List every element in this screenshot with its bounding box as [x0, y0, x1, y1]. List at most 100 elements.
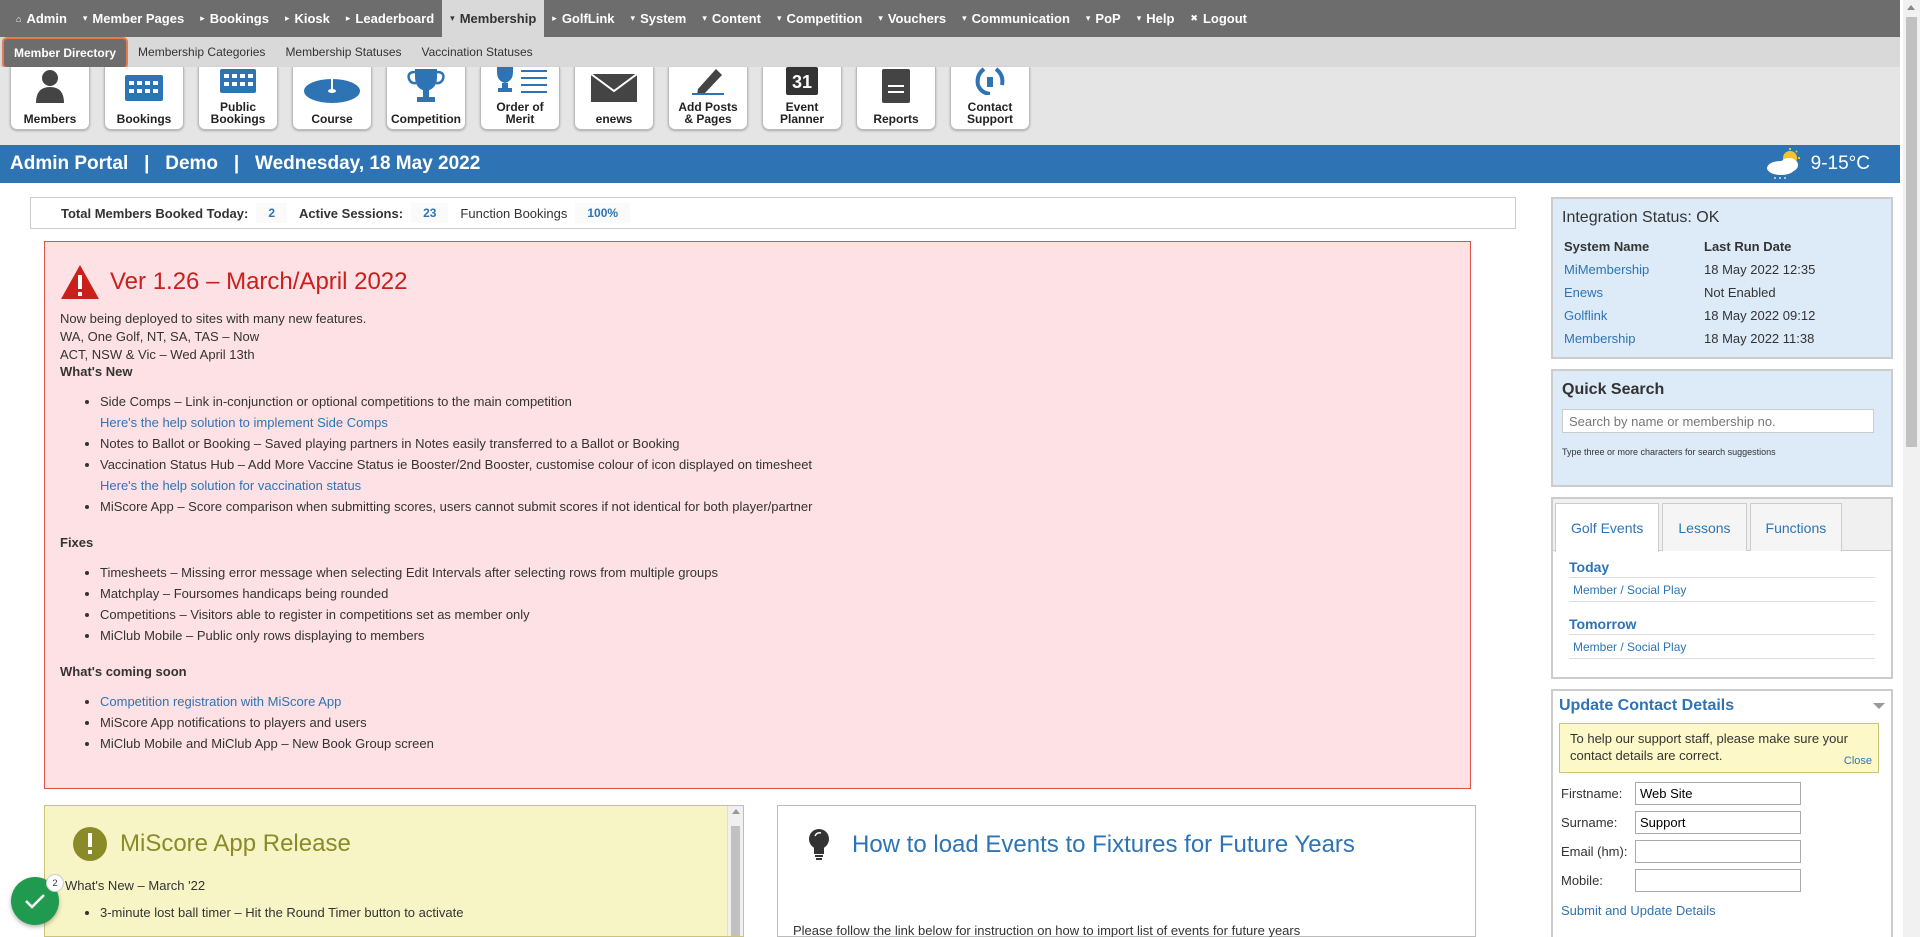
tab-golf-events[interactable]: Golf Events — [1555, 503, 1660, 552]
tile-reports[interactable]: Reports — [856, 67, 936, 130]
tile-bookings[interactable]: Bookings — [104, 67, 184, 130]
miscore-scrollbar[interactable] — [727, 806, 743, 936]
table-row: Enews Not Enabled — [1562, 285, 1882, 308]
subnav-membership-statuses[interactable]: Membership Statuses — [275, 37, 411, 67]
chevron-right-icon: ▸ — [552, 13, 557, 23]
events-tabs-box: Golf Events Lessons Functions Today Memb… — [1551, 497, 1893, 679]
release-announcement-panel: Ver 1.26 – March/April 2022 Now being de… — [44, 241, 1471, 789]
column-header: Last Run Date — [1704, 239, 1792, 254]
submit-contact-link[interactable]: Submit and Update Details — [1559, 903, 1885, 918]
day-heading-today: Today — [1569, 559, 1875, 578]
miscore-release-panel: MiScore App Release What's New – March '… — [44, 805, 744, 937]
scroll-up-icon[interactable] — [1907, 5, 1915, 10]
tile-public-bookings[interactable]: Public Bookings — [198, 67, 278, 130]
events-tab-body: Today Member / Social Play Tomorrow Memb… — [1553, 551, 1891, 681]
list-item: Side Comps – Link in-conjunction or opti… — [100, 391, 1455, 433]
tile-course[interactable]: Course — [292, 67, 372, 130]
announcement-intro-3: ACT, NSW & Vic – Wed April 13th — [60, 347, 255, 362]
tab-lessons[interactable]: Lessons — [1662, 503, 1747, 551]
lightbulb-icon — [809, 829, 829, 860]
tab-functions[interactable]: Functions — [1749, 503, 1843, 551]
calendar-icon: 31 — [763, 67, 841, 95]
weather-temperature: 9-15°C — [1810, 153, 1870, 174]
mobile-label: Mobile: — [1561, 873, 1603, 888]
chevron-right-icon: ▸ — [345, 13, 351, 23]
tile-competition[interactable]: Competition — [386, 67, 466, 130]
tile-contact-support[interactable]: Contact Support — [950, 67, 1030, 130]
email-label: Email (hm): — [1561, 844, 1628, 859]
nav-communication[interactable]: ▾ Communication — [954, 0, 1078, 37]
chevron-down-icon: ▾ — [1136, 13, 1142, 23]
nav-kiosk[interactable]: ▸ Kiosk — [277, 0, 338, 37]
vaccination-help-link[interactable]: Here's the help solution for vaccination… — [100, 475, 1455, 496]
mobile-field[interactable] — [1635, 869, 1801, 892]
nav-golflink[interactable]: ▸ GolfLink — [544, 0, 622, 37]
quick-search-input[interactable] — [1562, 409, 1874, 433]
nav-help[interactable]: ▾ Help — [1129, 0, 1183, 37]
fixes-heading: Fixes — [60, 535, 94, 550]
subnav-membership-categories[interactable]: Membership Categories — [128, 37, 275, 67]
course-icon — [293, 67, 371, 103]
miscore-registration-link[interactable]: Competition registration with MiScore Ap… — [100, 694, 341, 709]
tomorrow-event-link[interactable]: Member / Social Play — [1569, 638, 1875, 659]
surname-label: Surname: — [1561, 815, 1618, 830]
envelope-icon — [575, 67, 653, 103]
email-field[interactable] — [1635, 840, 1801, 863]
integration-system-link[interactable]: Golflink — [1562, 308, 1702, 331]
nav-logout[interactable]: ✖ Logout — [1182, 0, 1255, 37]
nav-leaderboard[interactable]: ▸ Leaderboard — [338, 0, 442, 37]
home-icon: ⌂ — [16, 13, 22, 24]
chevron-right-icon: ▸ — [200, 13, 205, 23]
nav-membership[interactable]: ▾ Membership — [442, 0, 545, 37]
integration-date: 18 May 2022 12:35 — [1704, 262, 1816, 277]
nav-competition[interactable]: ▾ Competition — [769, 0, 870, 37]
howto-text: Please follow the link below for instruc… — [793, 923, 1301, 937]
nav-admin[interactable]: ⌂ Admin — [8, 0, 75, 37]
howto-title: How to load Events to Fixtures for Futur… — [852, 831, 1355, 858]
nav-member-pages[interactable]: ▾ Member Pages — [75, 0, 192, 37]
chevron-down-icon: ▾ — [702, 13, 707, 23]
integration-system-link[interactable]: Enews — [1562, 285, 1702, 308]
nav-vouchers[interactable]: ▾ Vouchers — [870, 0, 954, 37]
today-event-link[interactable]: Member / Social Play — [1569, 581, 1875, 602]
side-comps-help-link[interactable]: Here's the help solution to implement Si… — [100, 412, 1455, 433]
integration-system-link[interactable]: MiMembership — [1562, 262, 1702, 285]
tasks-check-button[interactable]: 2 — [11, 874, 64, 925]
cloudy-sun-icon — [1766, 148, 1800, 179]
public-bookings-icon — [199, 67, 277, 95]
collapse-toggle-icon[interactable] — [1873, 703, 1885, 709]
order-of-merit-icon — [481, 67, 559, 95]
integration-system-link[interactable]: Membership — [1562, 331, 1702, 354]
nav-bookings[interactable]: ▸ Bookings — [192, 0, 277, 37]
tile-members[interactable]: Members — [10, 67, 90, 130]
notice-close-link[interactable]: Close — [1844, 753, 1872, 770]
page-scrollbar[interactable] — [1903, 0, 1920, 937]
list-item: 3-minute lost ball timer – Hit the Round… — [100, 902, 463, 923]
svg-text:31: 31 — [792, 72, 812, 92]
nav-content[interactable]: ▾ Content — [694, 0, 769, 37]
miscore-subtitle: What's New – March '22 — [65, 878, 206, 893]
chevron-right-icon: ▸ — [284, 13, 290, 23]
scroll-thumb[interactable] — [1906, 17, 1917, 447]
close-icon: ✖ — [1190, 13, 1198, 23]
subnav-member-directory[interactable]: Member Directory — [2, 37, 129, 69]
tile-order-of-merit[interactable]: Order of Merit — [480, 67, 560, 130]
scroll-thumb[interactable] — [731, 826, 740, 936]
list-item: Notes to Ballot or Booking – Saved playi… — [100, 433, 1455, 454]
surname-field[interactable] — [1635, 811, 1801, 834]
scroll-up-icon[interactable] — [732, 809, 740, 814]
list-item: MiScore App – Score comparison when subm… — [100, 496, 1455, 517]
pen-icon — [669, 67, 747, 95]
function-bookings-value: 100% — [575, 203, 631, 223]
tile-add-posts-pages[interactable]: Add Posts & Pages — [668, 67, 748, 130]
firstname-field[interactable] — [1635, 782, 1801, 805]
subnav-vaccination-statuses[interactable]: Vaccination Statuses — [412, 37, 543, 67]
active-sessions-value: 23 — [411, 203, 449, 223]
nav-pop[interactable]: ▾ PoP — [1078, 0, 1129, 37]
tile-event-planner[interactable]: 31 Event Planner — [762, 67, 842, 130]
bookings-icon — [105, 67, 183, 103]
firstname-label: Firstname: — [1561, 786, 1623, 801]
nav-system[interactable]: ▾ System — [623, 0, 695, 37]
tile-enews[interactable]: enews — [574, 67, 654, 130]
list-item: Timesheets – Missing error message when … — [100, 562, 1455, 583]
